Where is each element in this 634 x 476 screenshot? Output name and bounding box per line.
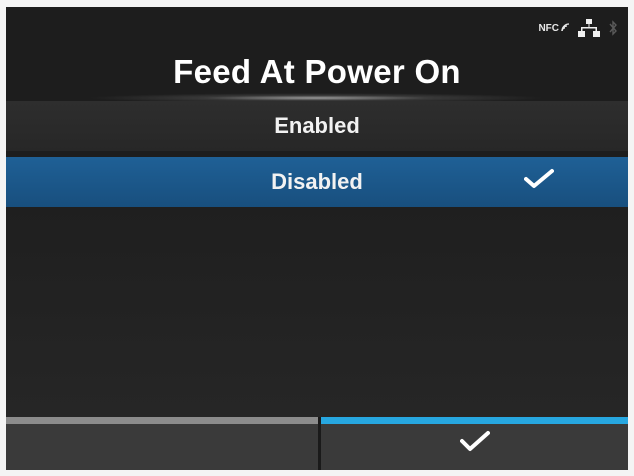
checkmark-icon <box>459 429 490 458</box>
back-softkey[interactable] <box>6 417 321 470</box>
options-list: Enabled Disabled <box>6 101 628 213</box>
page-title: Feed At Power On <box>173 53 461 90</box>
nfc-label: NFC <box>538 22 559 34</box>
empty-list-area <box>6 207 628 417</box>
network-icon <box>578 19 600 37</box>
option-disabled-label: Disabled <box>271 169 363 194</box>
back-softkey-indicator <box>6 417 318 424</box>
status-bar: NFC <box>538 19 618 37</box>
softkey-bar <box>6 417 628 470</box>
selected-checkmark-icon <box>524 168 554 196</box>
option-disabled[interactable]: Disabled <box>6 157 628 207</box>
option-enabled[interactable]: Enabled <box>6 101 628 151</box>
confirm-softkey-indicator <box>321 417 628 424</box>
device-bezel: NFC Feed At Power On Enabled Disabled <box>0 0 634 476</box>
nfc-icon: NFC <box>538 23 570 34</box>
bluetooth-icon <box>608 19 618 37</box>
confirm-softkey[interactable] <box>321 417 628 470</box>
option-enabled-label: Enabled <box>274 113 360 138</box>
printer-lcd-screen: NFC Feed At Power On Enabled Disabled <box>6 7 628 470</box>
